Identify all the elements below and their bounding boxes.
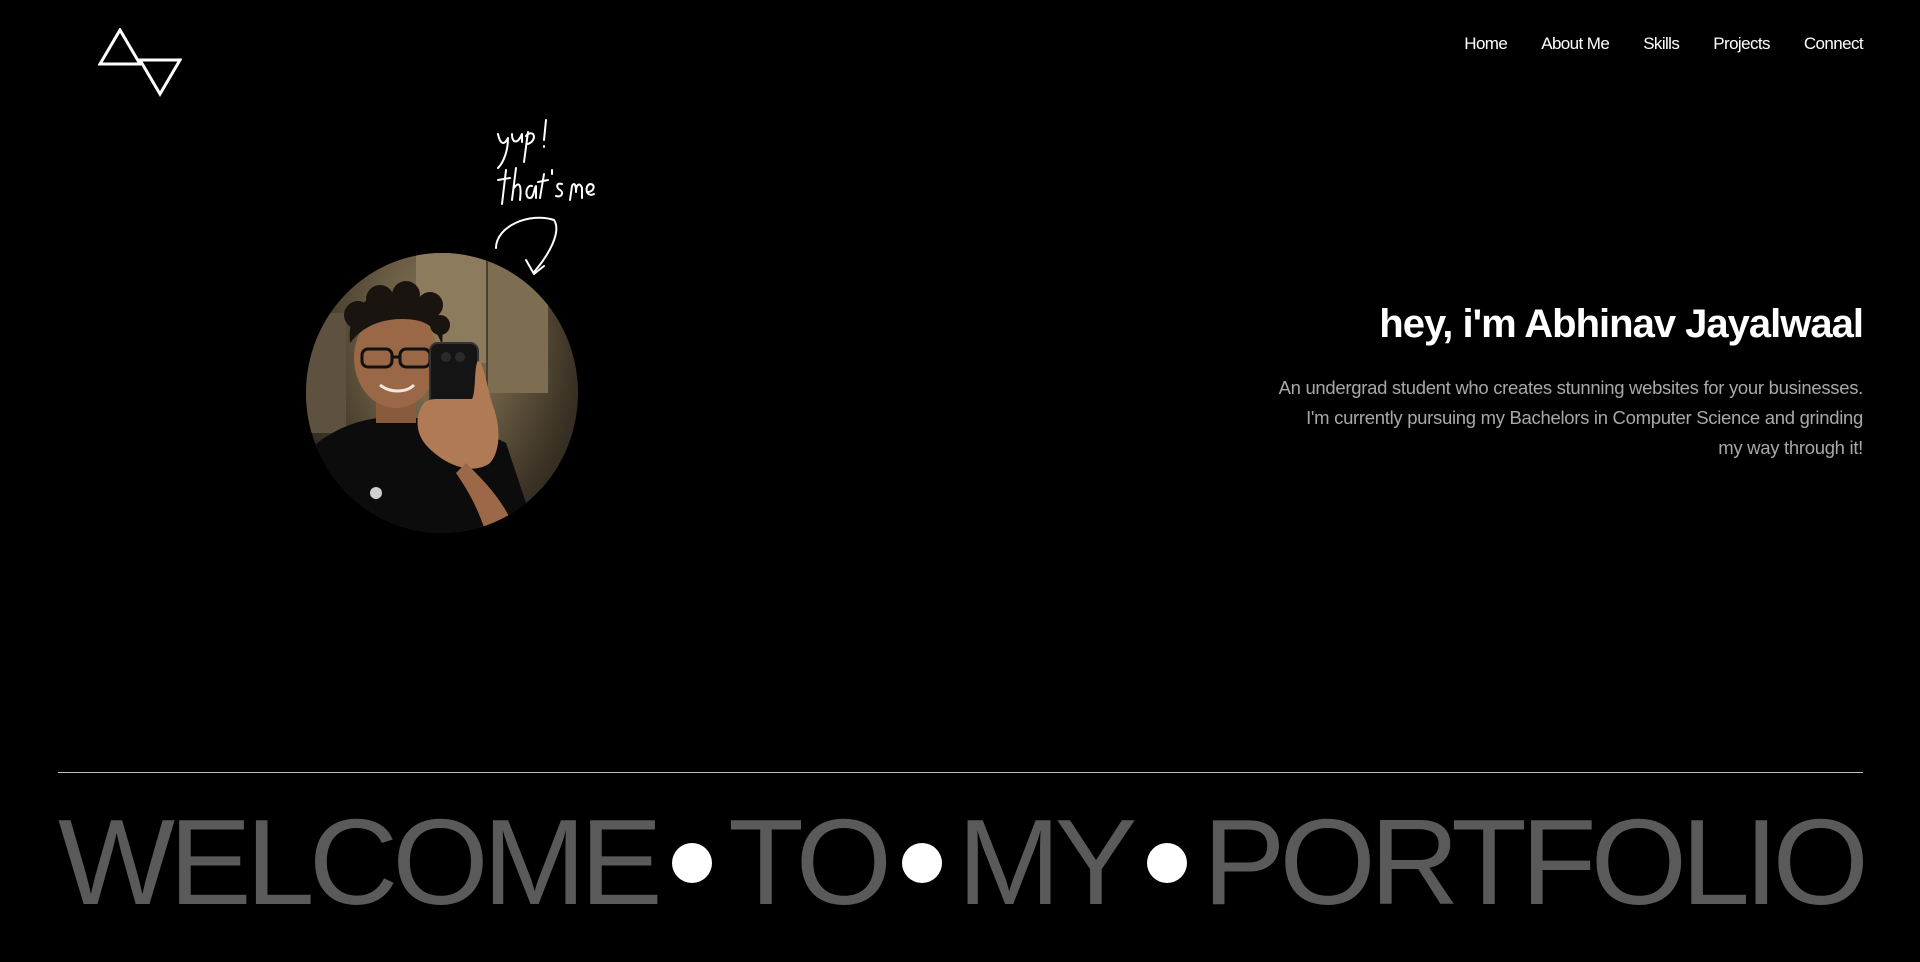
bullet-dot-icon (1147, 843, 1188, 883)
nav-connect[interactable]: Connect (1804, 34, 1864, 54)
hero-title: hey, i'm Abhinav Jayalwaal (1379, 302, 1864, 346)
logo-icon[interactable] (97, 27, 183, 98)
hero-description-line-1: An undergrad student who creates stunnin… (1278, 377, 1864, 398)
marquee-word-portfolio: PORTFOLIO (1202, 795, 1869, 931)
hero-section: hey, i'm Abhinav Jayalwaal An undergrad … (1103, 302, 1864, 463)
section-divider (58, 772, 1863, 773)
page: Home About Me Skills Projects Connect he… (0, 0, 1920, 962)
main-nav: Home About Me Skills Projects Connect (1430, 34, 1863, 54)
bullet-dot-icon (901, 843, 942, 883)
nav-projects[interactable]: Projects (1713, 34, 1770, 54)
marquee-word-my: MY (957, 795, 1137, 931)
nav-about-me[interactable]: About Me (1541, 34, 1610, 54)
bullet-dot-icon (672, 843, 713, 883)
nav-home[interactable]: Home (1464, 34, 1508, 54)
handwritten-note (490, 116, 630, 286)
marquee-word-welcome: WELCOME (58, 795, 663, 931)
welcome-marquee: WELCOME TO MY PORTFOLIO (58, 795, 1869, 931)
hero-description-line-3: my way through it! (1718, 437, 1863, 458)
nav-skills[interactable]: Skills (1643, 34, 1680, 54)
hero-description: An undergrad student who creates stunnin… (1103, 373, 1864, 463)
profile-avatar (306, 253, 578, 533)
marquee-word-to: TO (728, 795, 892, 931)
hero-description-line-2: I'm currently pursuing my Bachelors in C… (1306, 407, 1863, 428)
